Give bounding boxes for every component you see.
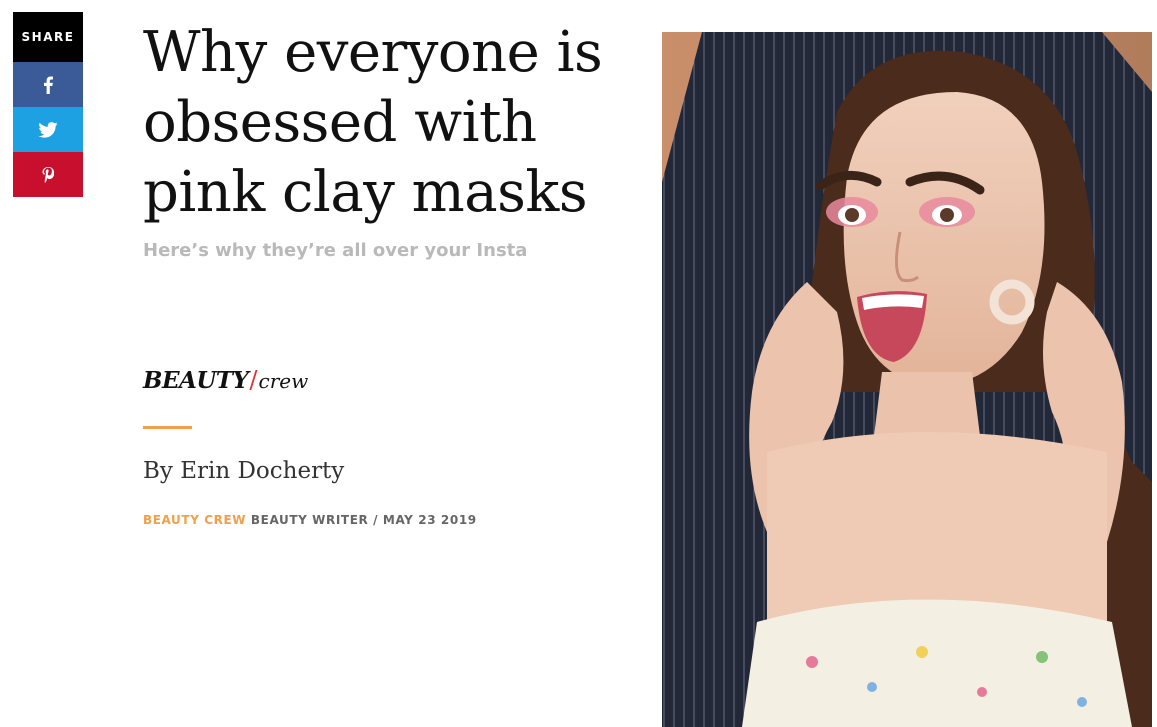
- meta-separator: /: [373, 513, 379, 527]
- woman-photo: [662, 32, 1152, 727]
- author-role-link[interactable]: BEAUTY CREW: [143, 513, 246, 527]
- accent-divider: [143, 426, 192, 429]
- publish-date: MAY 23 2019: [382, 513, 477, 527]
- brand-logo-slash: /: [249, 366, 258, 394]
- twitter-share-button[interactable]: [13, 107, 83, 152]
- author-byline: By Erin Docherty: [143, 458, 345, 484]
- share-label: SHARE: [13, 12, 83, 62]
- facebook-share-button[interactable]: [13, 62, 83, 107]
- author-title: BEAUTY WRITER: [250, 513, 369, 527]
- brand-logo[interactable]: BEAUTY/crew: [143, 366, 308, 394]
- share-rail: SHARE: [13, 12, 83, 197]
- hero-image: [662, 32, 1152, 727]
- subheadline: Here’s why they’re all over your Insta: [143, 240, 528, 261]
- brand-logo-part1: BEAUTY: [143, 367, 249, 394]
- pinterest-icon: [42, 166, 54, 183]
- pinterest-share-button[interactable]: [13, 152, 83, 197]
- brand-logo-part2: crew: [258, 369, 309, 393]
- page-title: Why everyone is obsessed with pink clay …: [143, 20, 603, 225]
- article-header: Why everyone is obsessed with pink clay …: [143, 18, 623, 261]
- article-meta: BEAUTY CREW BEAUTY WRITER / MAY 23 2019: [143, 513, 477, 527]
- facebook-icon: [44, 76, 53, 94]
- twitter-icon: [38, 121, 58, 138]
